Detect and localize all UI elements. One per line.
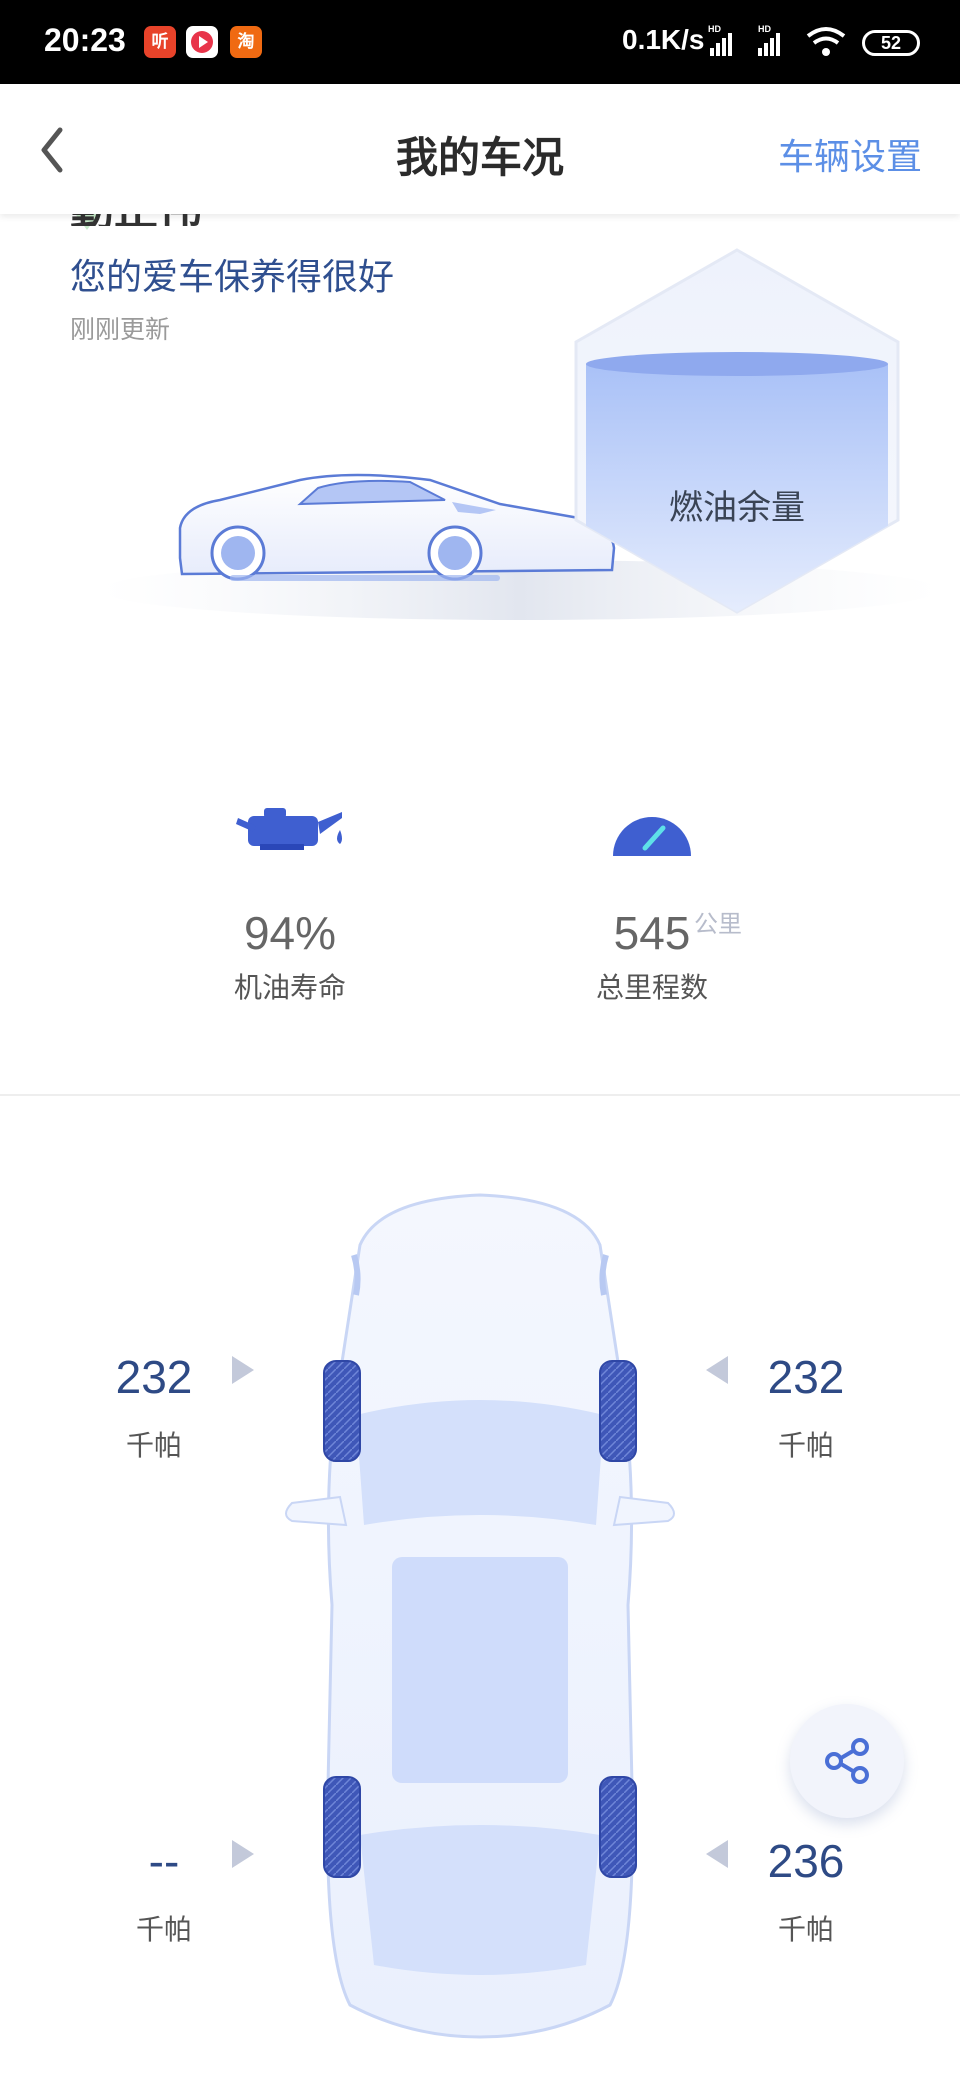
share-button[interactable]	[790, 1704, 904, 1818]
rear-right-unit: 千帕	[777, 1913, 834, 1946]
ting-app-icon: 听	[144, 26, 176, 58]
vehicle-settings-link[interactable]: 车辆设置	[778, 128, 922, 180]
network-speed: 0.1K/s	[622, 24, 705, 55]
rear-left-unit: 千帕	[135, 1913, 192, 1946]
oil-life-value: 94%	[243, 907, 337, 959]
speedometer-icon	[613, 817, 691, 856]
car-top-illustration	[285, 1193, 675, 2039]
front-right-unit: 千帕	[777, 1429, 834, 1462]
oil-can-icon	[236, 808, 342, 850]
health-summary: 您的爱车保养得很好	[70, 257, 395, 298]
taobao-app-icon: 淘	[230, 26, 262, 58]
svg-text:HD: HD	[708, 24, 721, 34]
mileage-label: 总里程数	[595, 971, 708, 1004]
signal-icons: HD HD	[708, 22, 858, 66]
svg-text:HD: HD	[758, 24, 771, 34]
fuel-gauge	[574, 248, 900, 614]
share-icon	[825, 1738, 869, 1784]
battery-indicator: 52	[862, 30, 920, 56]
video-app-icon	[186, 26, 218, 58]
update-time: 刚刚更新	[70, 315, 171, 344]
status-bar: 20:23 听 淘 0.1K/s HD HD 52	[0, 0, 960, 84]
rear-right-tire	[599, 1776, 637, 1878]
rear-right-pressure: 236	[767, 1835, 845, 1887]
oil-life-stat: 94% 机油寿命	[190, 800, 390, 1006]
front-left-tire	[323, 1360, 361, 1462]
oil-life-label: 机油寿命	[233, 971, 346, 1004]
mileage-stat: 545 总里程数	[552, 800, 752, 1006]
front-right-pressure: 232	[767, 1351, 845, 1403]
section-divider	[0, 1094, 960, 1096]
nav-bar: 我的车况 车辆设置	[0, 84, 960, 214]
front-left-unit: 千帕	[125, 1429, 182, 1462]
status-time: 20:23	[44, 22, 126, 58]
rear-left-tire	[323, 1776, 361, 1878]
mileage-unit: 公里	[694, 910, 742, 938]
fuel-label: 燃油余量	[669, 488, 805, 528]
front-left-pressure: 232	[115, 1351, 193, 1403]
front-right-tire	[599, 1360, 637, 1462]
